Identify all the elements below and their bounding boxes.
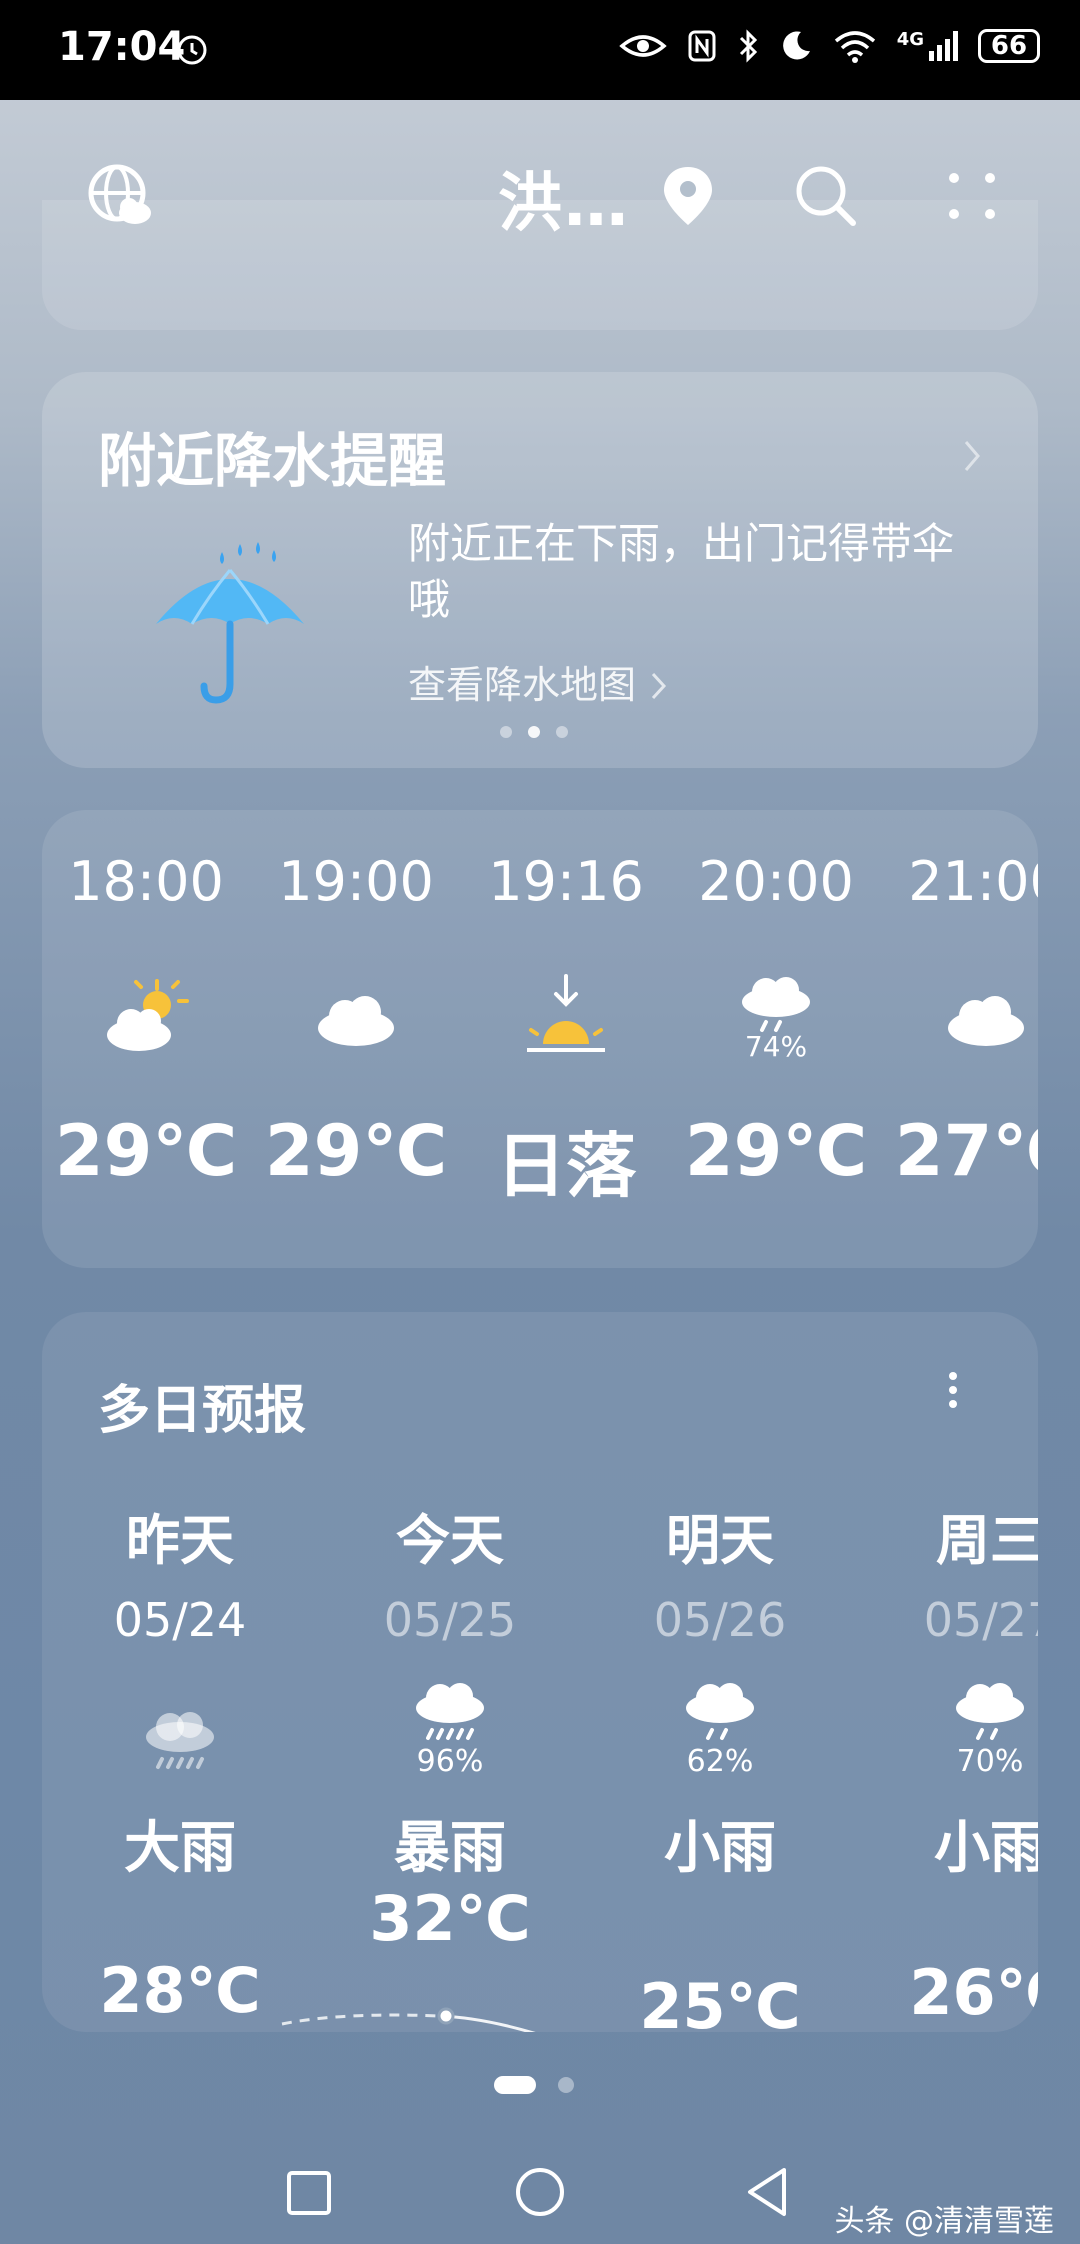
temperature-trend-line (281, 2007, 536, 2032)
watermark-text: 头条 @清清雪莲 (834, 2204, 1054, 2239)
rain-icon (742, 976, 810, 1032)
umbrella-icon (156, 542, 304, 704)
pager-dot-active (494, 2076, 536, 2094)
hourly-item: 19:16 日落 (466, 850, 666, 1211)
scrolled-card-remnant (42, 200, 1038, 330)
status-icons: 4G 66 (618, 28, 1040, 64)
hourly-item: 21:00 27℃ (886, 850, 1038, 1192)
do-not-disturb-moon-icon (782, 31, 810, 60)
hourly-item: 19:00 29℃ (256, 850, 456, 1192)
hourly-forecast-card[interactable]: 18:00 29℃ 19:00 29℃ 19:16 日落 20:00 74% 2… (42, 810, 1038, 1268)
hourly-temp: 27℃ (894, 1110, 1038, 1192)
eye-comfort-icon (618, 35, 667, 57)
hourly-temp: 29℃ (684, 1110, 868, 1192)
hourly-item: 18:00 29℃ (46, 850, 246, 1192)
sunset-label: 日落 (496, 1125, 636, 1207)
hourly-time: 19:00 (278, 850, 434, 913)
partly-cloudy-icon (107, 979, 189, 1051)
view-rain-map-label: 查看降水地图 (408, 663, 637, 707)
pager-dot (556, 726, 568, 738)
hourly-temp: 29℃ (54, 1110, 238, 1192)
pager-dot (500, 726, 512, 738)
cellular-signal-icon: 4G (897, 31, 958, 61)
nfc-icon (688, 30, 716, 62)
back-triangle-icon[interactable] (744, 2166, 790, 2218)
pager-dot-active (528, 726, 540, 738)
battery-icon: 66 (978, 29, 1040, 63)
status-time: 17:04 (58, 24, 186, 70)
hourly-time: 21:00 (908, 850, 1038, 913)
hourly-temp: 29℃ (264, 1110, 448, 1192)
view-rain-map-link[interactable]: 查看降水地图 (408, 654, 670, 709)
hourly-precip: 74% (744, 1029, 808, 1063)
wifi-icon (834, 31, 875, 63)
battery-level: 66 (990, 31, 1028, 61)
chevron-right-icon (652, 672, 667, 700)
rain-alert-pager-dots (500, 726, 568, 738)
hourly-time: 20:00 (698, 850, 854, 913)
cloudy-icon (948, 996, 1024, 1046)
rain-alert-message: 附近正在下雨，出门记得带伞哦 (408, 519, 955, 624)
chevron-right-icon[interactable] (960, 438, 984, 474)
daily-forecast-card[interactable]: 多日预报 昨天 05/24 大雨 28℃ 今天 05/25 96% 暴雨 32℃… (42, 1312, 1038, 2032)
home-circle-icon[interactable] (514, 2166, 566, 2218)
hourly-time: 19:16 (488, 850, 644, 913)
rain-alert-title: 附近降水提醒 (98, 427, 447, 495)
status-bar: 17:04 4G 66 (0, 0, 1080, 100)
sunset-icon (527, 974, 605, 1052)
hourly-time: 18:00 (68, 850, 224, 913)
hourly-item: 20:00 74% 29℃ (676, 850, 876, 1192)
cloudy-icon (318, 996, 394, 1046)
alarm-icon (177, 35, 207, 65)
recents-square-icon[interactable] (286, 2170, 332, 2216)
bluetooth-icon (739, 29, 757, 63)
pager-dot (558, 2077, 574, 2093)
location-pager[interactable] (494, 2076, 574, 2094)
network-type-label: 4G (896, 29, 924, 50)
